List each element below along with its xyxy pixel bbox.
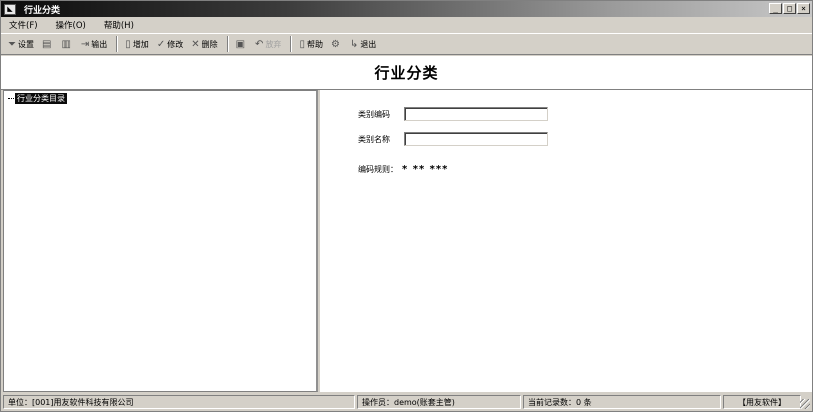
tree-connector xyxy=(8,98,14,99)
title-bar[interactable]: ◣ 行业分类 _ □ × xyxy=(1,1,812,17)
exit-icon: ↳ xyxy=(349,38,359,50)
toolbar-separator xyxy=(226,36,229,52)
name-label: 类别名称 xyxy=(358,134,390,144)
edit-button[interactable]: ✓ 修改 xyxy=(154,35,186,53)
settings-label: 设置 xyxy=(18,39,34,49)
name-input[interactable] xyxy=(404,132,548,146)
coding-rule-value: * ** *** xyxy=(402,164,449,175)
toolbar: ⏷ 设置 ▤ ▥ ⇥ 输出 ▯ 增加 ✓ 修改 ✕ 删除 ▣ ↶ 放弃 ▯ 帮助… xyxy=(1,33,812,55)
toolbar-separator xyxy=(290,36,293,52)
name-row: 类别名称 xyxy=(358,132,548,146)
menu-file[interactable]: 文件(F) xyxy=(9,19,38,31)
help-button[interactable]: ▯ 帮助 xyxy=(296,35,326,53)
options-button[interactable]: ⚙ xyxy=(328,35,345,53)
menu-operation[interactable]: 操作(O) xyxy=(56,19,86,31)
settings-button[interactable]: ⏷ 设置 xyxy=(5,35,37,53)
window-title: 行业分类 xyxy=(24,5,61,16)
resize-grip-icon[interactable] xyxy=(800,399,810,409)
funnel-icon: ⏷ xyxy=(8,38,16,50)
undo-icon: ↶ xyxy=(255,38,264,50)
preview-button[interactable]: ▥ xyxy=(58,35,75,53)
save-icon: ▣ xyxy=(235,38,246,50)
menu-help[interactable]: 帮助(H) xyxy=(104,19,134,31)
tree-root-label: 行业分类目录 xyxy=(15,93,67,104)
add-button[interactable]: ▯ 增加 xyxy=(122,35,152,53)
toolbar-separator xyxy=(116,36,119,52)
exit-button[interactable]: ↳ 退出 xyxy=(347,35,379,53)
status-bar: 单位：[001]用友软件科技有限公司 操作员：demo(账套主管) 当前记录数：… xyxy=(1,393,812,411)
add-label: 增加 xyxy=(132,39,149,49)
category-tree[interactable]: 行业分类目录 xyxy=(3,90,318,392)
exit-label: 退出 xyxy=(360,39,377,49)
delete-button[interactable]: ✕ 删除 xyxy=(188,35,220,53)
coding-rule-row: 编码规则： * ** *** xyxy=(358,164,448,175)
minimize-button[interactable]: _ xyxy=(769,3,782,14)
window-controls: _ □ × xyxy=(769,3,810,14)
export-button[interactable]: ⇥ 输出 xyxy=(78,35,110,53)
tree-root-node[interactable]: 行业分类目录 xyxy=(8,93,67,104)
preview-icon: ▥ xyxy=(61,38,71,50)
save-button[interactable]: ▣ xyxy=(233,35,250,53)
page-header: 行业分类 xyxy=(1,56,812,90)
gear-icon: ⚙ xyxy=(330,38,340,50)
coding-rule-label: 编码规则： xyxy=(358,165,398,174)
export-icon: ⇥ xyxy=(80,38,90,50)
page-title: 行业分类 xyxy=(374,64,439,82)
add-icon: ▯ xyxy=(125,38,131,50)
status-operator: 操作员：demo(账套主管) xyxy=(357,395,521,409)
status-brand: 【用友软件】 xyxy=(723,395,801,409)
code-input[interactable] xyxy=(404,107,548,121)
edit-label: 修改 xyxy=(167,39,184,49)
menu-bar: 文件(F) 操作(O) 帮助(H) xyxy=(1,17,812,33)
app-icon: ◣ xyxy=(4,3,16,15)
app-window: ◣ 行业分类 _ □ × 文件(F) 操作(O) 帮助(H) ⏷ 设置 ▤ ▥ … xyxy=(0,0,813,412)
help-label: 帮助 xyxy=(306,39,323,49)
undo-label: 放弃 xyxy=(265,39,282,49)
delete-label: 删除 xyxy=(201,39,218,49)
undo-button[interactable]: ↶ 放弃 xyxy=(252,35,284,53)
edit-icon: ✓ xyxy=(156,38,166,50)
print-icon: ▤ xyxy=(42,38,52,50)
code-label: 类别编码 xyxy=(358,109,390,119)
maximize-button[interactable]: □ xyxy=(783,3,796,14)
detail-form: 类别编码 类别名称 编码规则： * ** *** xyxy=(320,90,812,392)
export-label: 输出 xyxy=(91,39,108,49)
close-button[interactable]: × xyxy=(797,3,810,14)
code-row: 类别编码 xyxy=(358,107,548,121)
help-icon: ▯ xyxy=(299,38,305,50)
delete-icon: ✕ xyxy=(191,38,200,50)
status-record-count: 当前记录数：0 条 xyxy=(523,395,721,409)
status-unit: 单位：[001]用友软件科技有限公司 xyxy=(3,395,355,409)
print-button[interactable]: ▤ xyxy=(39,35,56,53)
